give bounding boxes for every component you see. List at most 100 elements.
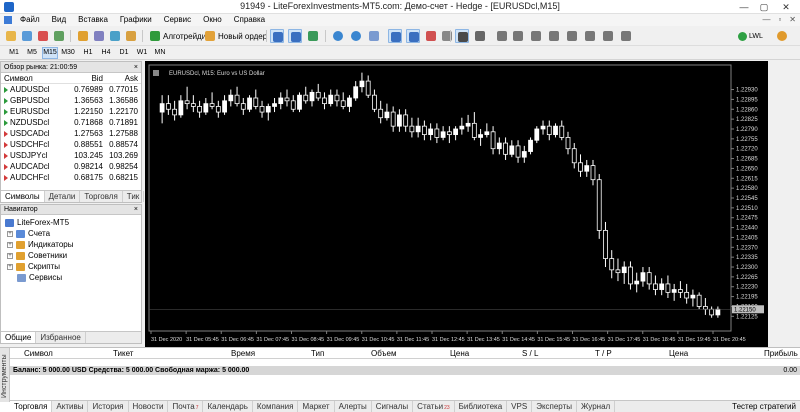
tab-favorites[interactable]: Избранное	[36, 332, 86, 343]
market-watch-row[interactable]: USDJPYcl 103.245 103.269	[1, 150, 141, 161]
candlestick-button[interactable]	[288, 29, 302, 43]
market-watch-row[interactable]: USDCHFcl 0.88551 0.88574	[1, 139, 141, 150]
candlestick-chart[interactable]: EURUSDcl, M15: Euro vs US Dollar 1.22930 1…	[145, 61, 768, 347]
mdi-restore-button[interactable]: ▫	[778, 14, 781, 26]
tf-m5[interactable]: M5	[24, 47, 40, 59]
toolbox-tab[interactable]: Маркет	[298, 401, 335, 412]
menu-help[interactable]: Справка	[228, 14, 271, 26]
navigator-root[interactable]: LiteForex-MT5	[5, 217, 69, 228]
tf-mn[interactable]: MN	[152, 47, 168, 59]
tab-common[interactable]: Общие	[1, 332, 37, 343]
market-watch-row[interactable]: AUDCHFcl 0.68175 0.68215	[1, 172, 141, 183]
close-icon[interactable]: ×	[134, 205, 138, 215]
toolbox-tab[interactable]: Статьи23	[413, 401, 455, 412]
toolbox-tab[interactable]: VPS	[507, 401, 533, 412]
close-button[interactable]: ✕	[778, 1, 794, 13]
market-watch-row[interactable]: USDCADcl 1.27563 1.27588	[1, 128, 141, 139]
tf-m15[interactable]: M15	[42, 47, 58, 59]
tf-d1[interactable]: D1	[116, 47, 132, 59]
toolbox-tab[interactable]: Эксперты	[532, 401, 577, 412]
toolbox-tab[interactable]: Сигналы	[372, 401, 414, 412]
metaeditor-button[interactable]	[124, 29, 138, 43]
market-watch-row[interactable]: AUDCADcl 0.98214 0.98254	[1, 161, 141, 172]
tf-w1[interactable]: W1	[134, 47, 150, 59]
tab-symbols[interactable]: Символы	[1, 191, 45, 202]
market-watch-button[interactable]	[36, 29, 50, 43]
expand-icon[interactable]: +	[7, 241, 13, 248]
toolbox-tab[interactable]: Библиотека	[455, 401, 508, 412]
autoscroll-button[interactable]	[388, 29, 402, 43]
chart-shift-button[interactable]	[406, 29, 420, 43]
horizontal-line-button[interactable]	[511, 29, 525, 43]
line-chart-button[interactable]	[306, 29, 320, 43]
col-bid[interactable]: Bid	[69, 73, 105, 83]
nav-item-scripts[interactable]: + Скрипты	[7, 261, 60, 272]
col-ticket[interactable]: Тикет	[113, 348, 133, 359]
crosshair-button[interactable]	[473, 29, 487, 43]
nav-item-services[interactable]: Сервисы	[17, 272, 62, 283]
arrows-button[interactable]	[619, 29, 633, 43]
col-current-price[interactable]: Цена	[669, 348, 688, 359]
toolbox-tab[interactable]: Алерты	[335, 401, 372, 412]
navigator-button[interactable]	[76, 29, 90, 43]
cursor-button[interactable]	[455, 29, 469, 43]
market-watch-row[interactable]: NZDUSDcl 0.71868 0.71891	[1, 117, 141, 128]
vertical-line-button[interactable]	[495, 29, 509, 43]
col-type[interactable]: Тип	[311, 348, 324, 359]
menu-window[interactable]: Окно	[197, 14, 228, 26]
col-volume[interactable]: Объем	[371, 348, 397, 359]
tab-trading[interactable]: Торговля	[80, 191, 123, 202]
nav-item-accounts[interactable]: + Счета	[7, 228, 50, 239]
menu-insert[interactable]: Вставка	[72, 14, 114, 26]
strategy-tester-button[interactable]	[108, 29, 122, 43]
tf-m30[interactable]: M30	[60, 47, 76, 59]
periods-button[interactable]	[440, 29, 454, 43]
expand-icon[interactable]: +	[7, 263, 13, 270]
toolbox-tab[interactable]: Календарь	[203, 401, 253, 412]
col-symbol[interactable]: Символ	[24, 348, 53, 359]
toolbox-tab[interactable]: Новости	[129, 401, 169, 412]
expand-icon[interactable]: +	[7, 230, 13, 237]
toolbox-tab[interactable]: Торговля	[10, 401, 53, 412]
data-window-button[interactable]	[52, 29, 66, 43]
menu-tools[interactable]: Сервис	[158, 14, 197, 26]
col-stop-loss[interactable]: S / L	[522, 348, 538, 359]
mdi-minimize-button[interactable]: —	[762, 14, 770, 26]
col-symbol[interactable]: Символ	[1, 73, 69, 83]
zoom-in-button[interactable]	[331, 29, 345, 43]
market-watch-row[interactable]: AUDUSDcl 0.76989 0.77015	[1, 84, 141, 95]
minimize-button[interactable]: —	[736, 1, 752, 13]
maximize-button[interactable]: ▢	[756, 1, 772, 13]
market-watch-row[interactable]: GBPUSDcl 1.36563 1.36586	[1, 95, 141, 106]
zoom-out-button[interactable]	[349, 29, 363, 43]
tab-ticks[interactable]: Тик	[123, 191, 145, 202]
profiles-button[interactable]	[20, 29, 34, 43]
menu-file[interactable]: Файл	[14, 14, 46, 26]
expand-icon[interactable]: +	[7, 252, 13, 259]
close-icon[interactable]: ×	[134, 62, 138, 73]
tf-m1[interactable]: M1	[6, 47, 22, 59]
new-chart-button[interactable]	[4, 29, 18, 43]
new-order-button[interactable]: Новый ордер	[202, 29, 270, 43]
fibonacci-button[interactable]	[565, 29, 579, 43]
col-profit[interactable]: Прибыль	[764, 348, 798, 359]
channel-button[interactable]	[547, 29, 561, 43]
tf-h4[interactable]: H4	[98, 47, 114, 59]
trendline-button[interactable]	[529, 29, 543, 43]
toolbox-tab[interactable]: Компания	[253, 401, 299, 412]
notifications-button[interactable]	[775, 29, 789, 43]
indicators-button[interactable]	[424, 29, 438, 43]
bar-chart-button[interactable]	[270, 29, 284, 43]
price-chart[interactable]: EURUSDcl, M15: Euro vs US Dollar 1.22930 1…	[145, 61, 768, 347]
toolbox-tab[interactable]: Журнал	[577, 401, 616, 412]
tf-h1[interactable]: H1	[80, 47, 96, 59]
mdi-close-button[interactable]: ✕	[789, 14, 796, 26]
shapes-button[interactable]	[601, 29, 615, 43]
market-watch-row[interactable]: EURUSDcl 1.22150 1.22170	[1, 106, 141, 117]
menu-charts[interactable]: Графики	[114, 14, 158, 26]
tab-details[interactable]: Детали	[45, 191, 81, 202]
col-price[interactable]: Цена	[450, 348, 469, 359]
text-tool-button[interactable]	[583, 29, 597, 43]
toolbox-tab[interactable]: Почта7	[168, 401, 204, 412]
menu-view[interactable]: Вид	[46, 14, 72, 26]
